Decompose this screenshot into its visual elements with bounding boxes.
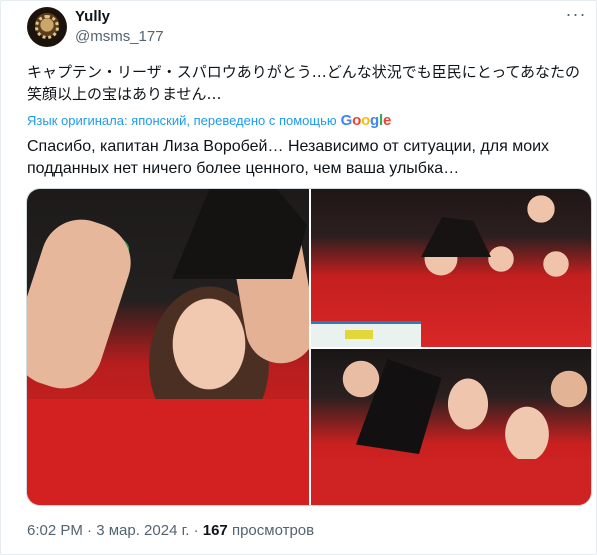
views-count: 167 [202, 522, 228, 539]
views-label: просмотров [227, 522, 315, 539]
meta-separator: · [82, 522, 97, 539]
post-date[interactable]: 3 мар. 2024 г. [96, 522, 189, 539]
photo-2[interactable] [311, 189, 591, 347]
user-display-name[interactable]: Yully [75, 8, 110, 25]
photo-shape [27, 399, 309, 505]
media-grid [26, 188, 592, 506]
post-time[interactable]: 6:02 PM [27, 522, 83, 539]
photo-shape [27, 209, 142, 399]
photo-shape [311, 459, 591, 505]
photo-1[interactable] [27, 189, 309, 505]
post-meta: 6:02 PM · 3 мар. 2024 г. · 167 просмотро… [27, 522, 314, 539]
meta-separator: · [189, 522, 203, 539]
translation-note[interactable]: Язык оригинала: японский, переведено с п… [27, 112, 391, 129]
post-text-translated: Спасибо, капитан Лиза Воробей… Независим… [27, 138, 550, 177]
photo-shape [356, 359, 442, 454]
more-horizontal-icon[interactable]: ··· [564, 5, 588, 27]
google-logo: Google [340, 112, 392, 129]
photo-shape [311, 321, 421, 347]
translation-note-text: Язык оригинала: японский, переведено с п… [27, 113, 337, 128]
user-handle[interactable]: @msms_177 [75, 28, 164, 45]
post-text-original: キャプテン・リーザ・スパロウありがとう…どんな状況でも臣民にとってあなたの笑顔以… [27, 63, 581, 103]
avatar[interactable] [27, 7, 67, 47]
photo-shape [172, 189, 307, 279]
photo-shape [421, 217, 491, 257]
photo-3[interactable] [311, 349, 591, 505]
avatar-pattern [35, 15, 59, 39]
tweet-card: Yully @msms_177 ··· キャプテン・リーザ・スパロウありがとう…… [0, 0, 597, 555]
